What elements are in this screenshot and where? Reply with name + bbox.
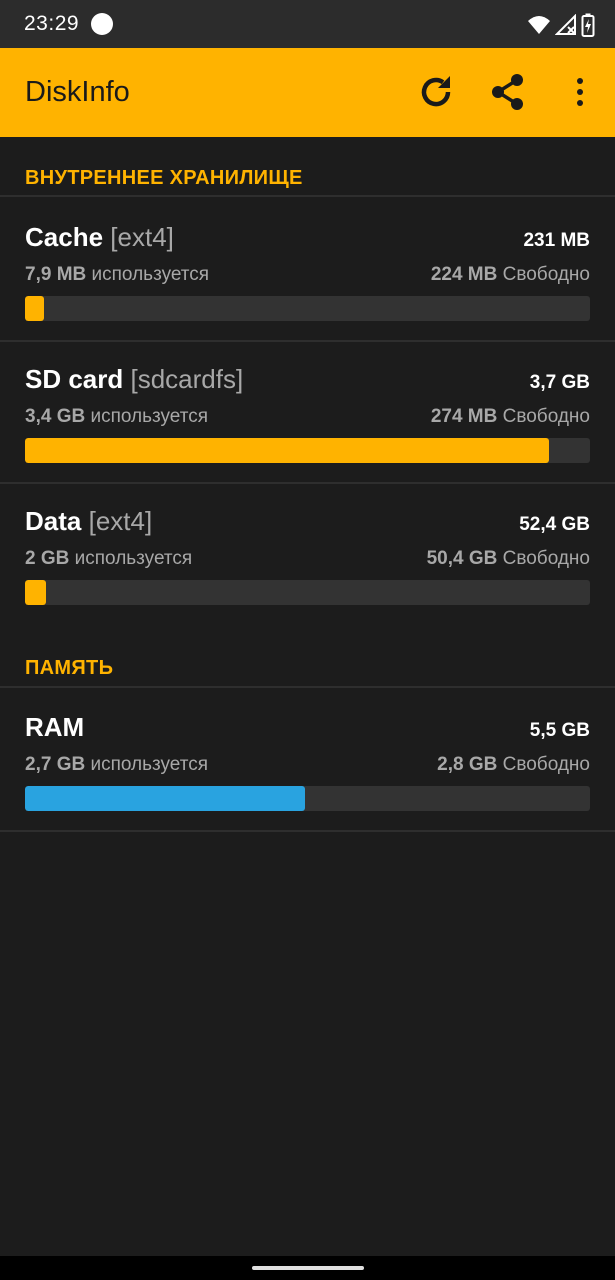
item-total: 3,7 GB — [529, 372, 590, 393]
item-name-text: SD card — [25, 364, 124, 394]
usage-bar — [25, 786, 590, 811]
item-total: 231 MB — [523, 230, 590, 251]
item-name-text: RAM — [25, 712, 85, 742]
more-vert-icon — [577, 78, 583, 106]
item-free-label: Свободно — [502, 754, 590, 775]
item-used: 2,7 GB используется — [25, 754, 208, 776]
item-used-label: используется — [90, 406, 209, 427]
share-icon — [492, 74, 523, 110]
app-bar: DiskInfo — [0, 48, 615, 137]
storage-item-sd-card[interactable]: SD card [sdcardfs] 3,7 GB 3,4 GB использ… — [0, 364, 615, 506]
item-used-value: 2 GB — [25, 548, 70, 569]
item-name-text: Cache — [25, 222, 104, 252]
item-name: Cache [ext4] — [25, 222, 174, 253]
more-options-button[interactable] — [556, 68, 604, 116]
item-free: 2,8 GB Свободно — [437, 754, 590, 776]
usage-bar — [25, 296, 590, 321]
item-used-label: используется — [90, 754, 209, 775]
item-free: 224 MB Свободно — [431, 264, 590, 286]
item-used: 2 GB используется — [25, 548, 192, 570]
refresh-button[interactable] — [412, 68, 460, 116]
refresh-icon — [421, 76, 451, 107]
memory-item-ram[interactable]: RAM 5,5 GB 2,7 GB используется 2,8 GB Св… — [0, 712, 615, 854]
usage-bar-fill — [25, 438, 549, 463]
item-total: 52,4 GB — [519, 514, 590, 535]
divider — [0, 686, 615, 688]
item-free-value: 2,8 GB — [437, 754, 498, 775]
status-icons — [527, 12, 595, 38]
item-filesystem: [sdcardfs] — [130, 364, 244, 394]
item-total: 5,5 GB — [529, 720, 590, 741]
notification-dot-icon — [91, 13, 113, 35]
signal-icon — [555, 14, 576, 35]
item-used-value: 3,4 GB — [25, 406, 86, 427]
item-filesystem: [ext4] — [110, 222, 174, 252]
item-used-value: 7,9 MB — [25, 264, 87, 285]
home-gesture-handle[interactable] — [252, 1266, 364, 1270]
usage-bar — [25, 580, 590, 605]
divider — [0, 830, 615, 832]
app-title: DiskInfo — [25, 76, 130, 108]
item-free-value: 50,4 GB — [426, 548, 498, 569]
item-used: 7,9 MB используется — [25, 264, 209, 286]
item-name-text: Data — [25, 506, 82, 536]
item-filesystem: [ext4] — [88, 506, 153, 536]
item-used: 3,4 GB используется — [25, 406, 208, 428]
status-bar: 23:29 — [0, 0, 615, 48]
item-free-label: Свободно — [502, 264, 590, 285]
storage-item-cache[interactable]: Cache [ext4] 231 MB 7,9 MB используется … — [0, 222, 615, 364]
section-header-memory: ПАМЯТЬ — [25, 657, 114, 679]
wifi-icon — [528, 16, 550, 34]
storage-item-data[interactable]: Data [ext4] 52,4 GB 2 GB используется 50… — [0, 506, 615, 648]
item-name: SD card [sdcardfs] — [25, 364, 243, 395]
divider — [0, 195, 615, 197]
usage-bar-fill — [25, 786, 305, 811]
battery-charging-icon — [581, 13, 595, 37]
divider — [0, 340, 615, 342]
item-free-value: 224 MB — [430, 264, 498, 285]
item-free-label: Свободно — [502, 406, 590, 427]
item-used-label: используется — [91, 264, 210, 285]
item-used-value: 2,7 GB — [25, 754, 86, 775]
usage-bar — [25, 438, 590, 463]
section-header-internal-storage: ВНУТРЕННЕЕ ХРАНИЛИЩЕ — [25, 167, 303, 189]
usage-bar-fill — [25, 296, 45, 321]
item-free-value: 274 MB — [430, 406, 498, 427]
divider — [0, 482, 615, 484]
share-button[interactable] — [484, 68, 532, 116]
item-free: 274 MB Свободно — [431, 406, 590, 428]
usage-bar-fill — [25, 580, 47, 605]
status-time: 23:29 — [24, 12, 80, 35]
item-used-label: используется — [74, 548, 193, 569]
navigation-bar — [0, 1256, 615, 1280]
item-name: Data [ext4] — [25, 506, 152, 537]
item-free: 50,4 GB Свободно — [427, 548, 590, 570]
item-free-label: Свободно — [502, 548, 590, 569]
item-name: RAM — [25, 712, 84, 743]
